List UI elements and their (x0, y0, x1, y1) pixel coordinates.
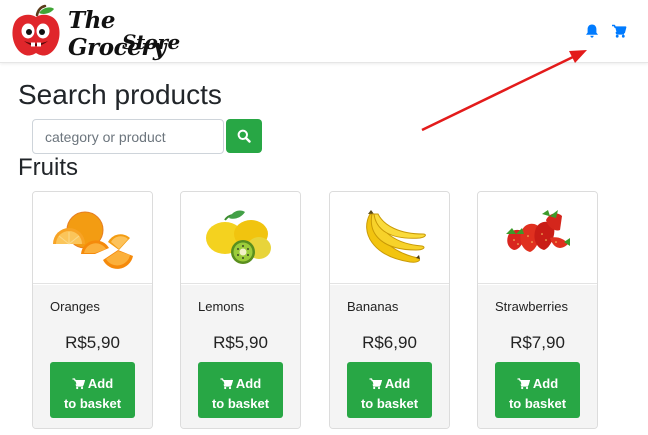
cart-icon (220, 377, 233, 389)
cart-icon (517, 377, 530, 389)
product-card: Lemons R$5,90 Add to basket (180, 191, 301, 429)
product-name: Oranges (50, 299, 100, 314)
search-input[interactable] (32, 119, 224, 154)
add-button-label-2: to basket (63, 395, 122, 411)
apple-mascot-icon[interactable] (10, 4, 62, 58)
banana-image (366, 210, 426, 263)
product-price: R$7,90 (510, 333, 565, 352)
add-button-label: Add (384, 375, 411, 391)
product-card: Bananas R$6,90 Add to basket (329, 191, 450, 429)
page-title: Search products (18, 79, 222, 110)
navbar: The Grocery Store (0, 0, 648, 63)
product-card: Strawberries R$7,90 Add to basket (477, 191, 598, 429)
add-button-label: Add (235, 375, 262, 391)
strawberry-image (506, 210, 570, 252)
brand-logo-text[interactable]: The Grocery Store (68, 7, 208, 61)
cart-icon[interactable] (611, 23, 627, 39)
product-card: Oranges R$5,90 Add to basket (32, 191, 153, 429)
product-name: Bananas (347, 299, 399, 314)
product-card-body: Lemons R$5,90 Add to basket (181, 285, 300, 428)
product-image (478, 192, 597, 284)
product-price: R$6,90 (362, 333, 417, 352)
add-button-label-2: to basket (360, 395, 419, 411)
brand-line-2: Store (122, 30, 180, 54)
add-to-basket-button[interactable]: Add to basket (50, 362, 135, 418)
product-image (181, 192, 300, 284)
add-to-basket-button[interactable]: Add to basket (198, 362, 283, 418)
add-button-label: Add (532, 375, 559, 391)
cart-icon (369, 377, 382, 389)
bell-icon[interactable] (584, 23, 600, 39)
product-price: R$5,90 (65, 333, 120, 352)
add-button-label-2: to basket (211, 395, 270, 411)
product-image (330, 192, 449, 284)
add-button-label-2: to basket (508, 395, 567, 411)
product-name: Strawberries (495, 299, 568, 314)
add-to-basket-button[interactable]: Add to basket (495, 362, 580, 418)
search-icon (237, 129, 251, 143)
product-card-body: Bananas R$6,90 Add to basket (330, 285, 449, 428)
search-button[interactable] (226, 119, 262, 153)
cart-icon (72, 377, 85, 389)
product-price: R$5,90 (213, 333, 268, 352)
product-name: Lemons (198, 299, 245, 314)
product-image (33, 192, 152, 284)
lemon-image (206, 210, 271, 264)
product-card-body: Strawberries R$7,90 Add to basket (478, 285, 597, 428)
product-card-body: Oranges R$5,90 Add to basket (33, 285, 152, 428)
section-title: Fruits (18, 154, 78, 181)
add-button-label: Add (87, 375, 114, 391)
add-to-basket-button[interactable]: Add to basket (347, 362, 432, 418)
orange-image (53, 211, 133, 269)
